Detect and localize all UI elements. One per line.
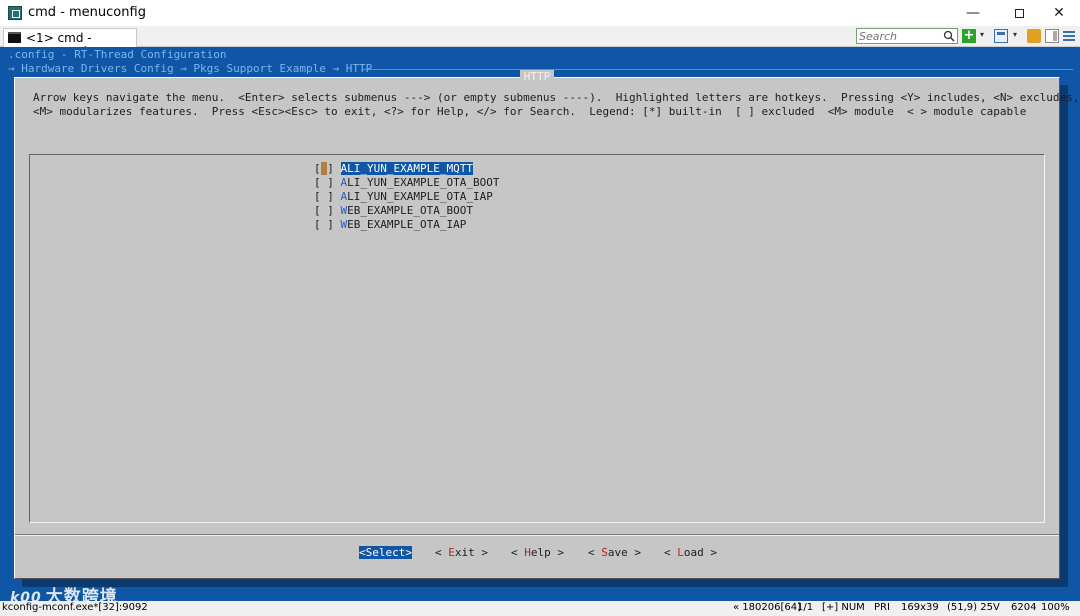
help-text-line: Arrow keys navigate the menu. <Enter> se…: [33, 91, 1080, 104]
status-process: kconfig-mconf.exe*[32]:9092: [2, 602, 148, 613]
tab-toolbar: <1> cmd - menuconf + ▾ ▾: [0, 26, 1080, 59]
menu-item-ali-yun-example-ota-boot[interactable]: [ ] ALI_YUN_EXAMPLE_OTA_BOOT: [314, 176, 499, 190]
terminal-area[interactable]: .config - RT-Thread Configuration → Hard…: [0, 47, 1080, 601]
select-button[interactable]: <Select>: [359, 546, 412, 559]
status-bar: kconfig-mconf.exe*[32]:9092 « 180206[64]…: [0, 601, 1080, 616]
new-console-dropdown-icon[interactable]: ▾: [980, 30, 984, 39]
config-title: .config - RT-Thread Configuration: [8, 48, 227, 61]
exit-button[interactable]: < Exit >: [435, 546, 488, 559]
menu-list: [ ] ALI_YUN_EXAMPLE_MQTT [ ] ALI_YUN_EXA…: [29, 154, 1045, 523]
status-priority: PRI: [874, 602, 890, 613]
console-tab-icon: [8, 32, 21, 43]
close-button[interactable]: ✕: [1036, 0, 1080, 26]
hamburger-menu-icon[interactable]: [1063, 29, 1077, 43]
menu-item-ali-yun-example-ota-iap[interactable]: [ ] ALI_YUN_EXAMPLE_OTA_IAP: [314, 190, 493, 204]
help-button[interactable]: < Help >: [511, 546, 564, 559]
status-cursor: (51,9) 25V: [947, 602, 1000, 613]
search-input[interactable]: [857, 29, 941, 44]
menu-item-web-example-ota-iap[interactable]: [ ] WEB_EXAMPLE_OTA_IAP: [314, 218, 466, 232]
console-app-icon: [8, 6, 22, 20]
title-bar: cmd - menuconfig — ✕: [0, 0, 1080, 26]
save-button[interactable]: < Save >: [588, 546, 641, 559]
menu-item-web-example-ota-boot[interactable]: [ ] WEB_EXAMPLE_OTA_BOOT: [314, 204, 473, 218]
status-zoom: 100%: [1041, 602, 1070, 613]
layout-dropdown-icon[interactable]: ▾: [1013, 30, 1017, 39]
status-pages: 1/1: [797, 602, 814, 613]
search-field[interactable]: [856, 28, 958, 44]
window-layout-icon[interactable]: [994, 29, 1008, 43]
status-position: « 180206[64]: [733, 602, 801, 613]
minimize-button[interactable]: —: [950, 0, 996, 26]
load-button[interactable]: < Load >: [664, 546, 717, 559]
panel-toggle-icon[interactable]: [1045, 29, 1059, 43]
status-size: 169x39: [901, 602, 939, 613]
menuconfig-dialog: HTTP Arrow keys navigate the menu. <Ente…: [14, 70, 1079, 579]
help-text-line: <M> modularizes features. Press <Esc><Es…: [33, 105, 1027, 118]
dialog-title: HTTP: [519, 70, 555, 83]
tab-cmd-menuconfig[interactable]: <1> cmd - menuconf: [3, 28, 137, 59]
dialog-shadow: [22, 579, 1068, 587]
dialog-shadow: [1060, 85, 1068, 587]
window-title: cmd - menuconfig: [28, 5, 146, 20]
search-icon[interactable]: [943, 30, 955, 42]
menu-item-ali-yun-example-mqtt[interactable]: [ ] ALI_YUN_EXAMPLE_MQTT: [314, 162, 473, 176]
status-mode: [+] NUM: [822, 602, 865, 613]
new-console-button[interactable]: +: [962, 29, 976, 43]
lock-icon[interactable]: [1027, 29, 1041, 43]
status-pid: 6204: [1011, 602, 1037, 613]
maximize-icon: [1014, 8, 1024, 18]
